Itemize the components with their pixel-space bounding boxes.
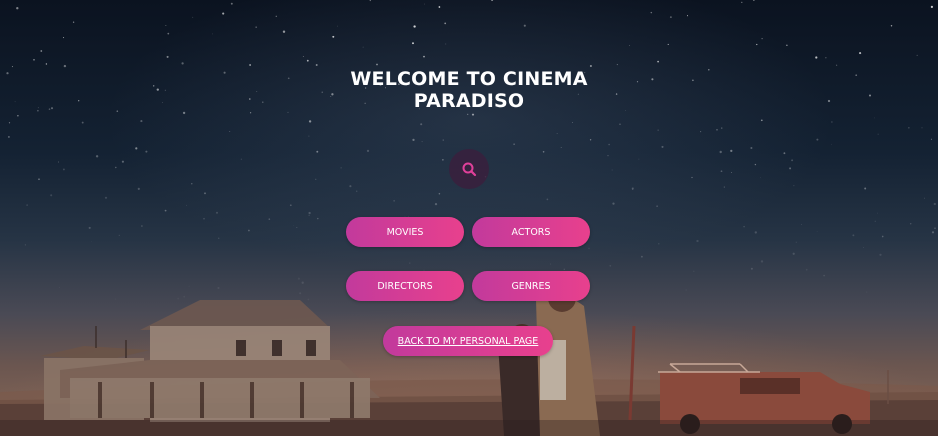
page-title: WELCOME TO CINEMA PARADISO: [0, 68, 938, 112]
directors-button[interactable]: DIRECTORS: [346, 271, 464, 301]
page-background: WELCOME TO CINEMA PARADISO MOVIES ACTORS…: [0, 0, 938, 436]
genres-button[interactable]: GENRES: [472, 271, 590, 301]
actors-button[interactable]: ACTORS: [472, 217, 590, 247]
search-icon: [462, 162, 477, 177]
page-title-line-2: PARADISO: [413, 90, 525, 112]
movies-button[interactable]: MOVIES: [346, 217, 464, 247]
search-button[interactable]: [449, 149, 489, 189]
page-title-line-1: WELCOME TO CINEMA: [350, 68, 588, 90]
farmhouse: [40, 300, 380, 422]
background-scene: [0, 284, 938, 436]
back-to-personal-page-link[interactable]: BACK TO MY PERSONAL PAGE: [383, 326, 553, 356]
figures: [498, 284, 600, 436]
